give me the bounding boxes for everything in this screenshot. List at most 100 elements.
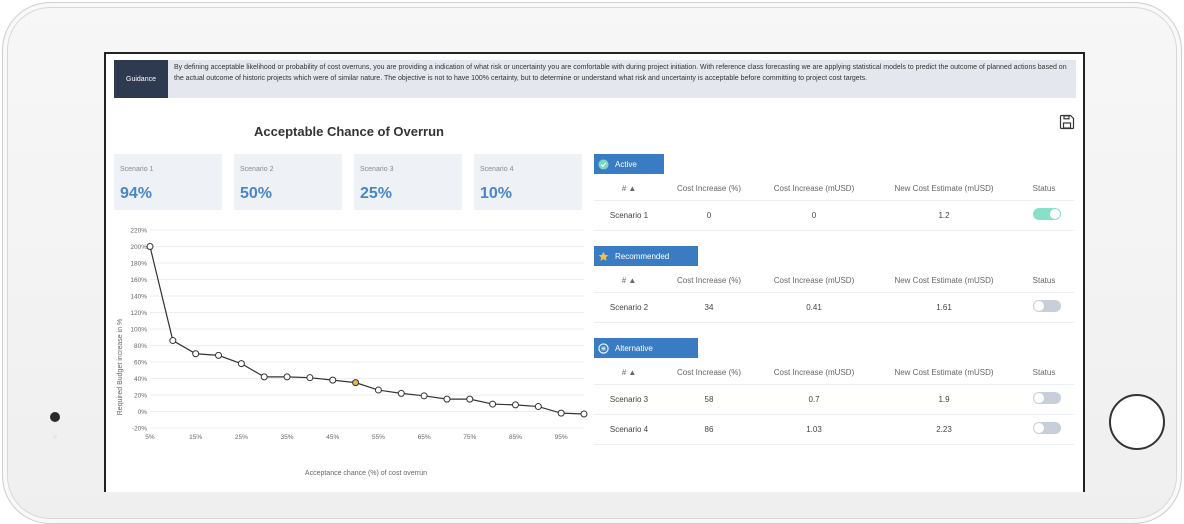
star-icon: [598, 251, 609, 261]
column-header: Status: [1032, 368, 1056, 377]
table-cell: 34: [704, 303, 714, 312]
status-toggle[interactable]: [1033, 392, 1061, 404]
data-point: [260, 373, 268, 381]
table-cell: 0.7: [808, 395, 820, 404]
column-header: Cost Increase (mUSD): [773, 368, 855, 377]
chart-title: Acceptable Chance of Overrun: [254, 124, 444, 139]
scenario-card-4[interactable]: Scenario 4 10%: [474, 154, 582, 210]
home-button[interactable]: [1109, 394, 1165, 450]
status-toggle[interactable]: [1033, 208, 1061, 220]
y-tick-label: 20%: [134, 393, 147, 400]
section-title: Active: [615, 159, 637, 169]
table-cell: 0.41: [806, 303, 822, 312]
scenario-card-label: Scenario 1: [120, 166, 154, 173]
app-screen: Guidance By defining acceptable likeliho…: [104, 52, 1085, 492]
highlighted-data-point: [352, 379, 360, 387]
section-header-alternative: Alternative: [594, 338, 698, 358]
y-tick-label: 180%: [130, 261, 147, 268]
y-tick-label: 120%: [130, 310, 147, 317]
data-point: [306, 374, 314, 382]
section-header-active: Active: [594, 154, 664, 174]
scenario-card-1[interactable]: Scenario 1 94%: [114, 154, 222, 210]
section-title: Recommended: [615, 251, 670, 261]
y-axis-label: Required Budget increase in %: [117, 319, 124, 416]
y-tick-label: 60%: [134, 360, 147, 367]
y-tick-label: 140%: [130, 294, 147, 301]
column-header: New Cost Estimate (mUSD): [894, 368, 994, 377]
data-point: [511, 401, 519, 409]
section-title: Alternative: [615, 343, 653, 353]
data-point: [466, 395, 474, 403]
column-header: Cost Increase (%): [676, 276, 742, 285]
table-header-row: # ▲ Cost Increase (%) Cost Increase (mUSD)…: [594, 268, 1074, 293]
data-point: [283, 373, 291, 381]
table-cell: 1.2: [938, 211, 950, 220]
column-header: Cost Increase (%): [676, 368, 742, 377]
table-cell: Scenario 2: [609, 303, 649, 312]
scenario-card-value: 25%: [360, 185, 393, 202]
data-point: [237, 360, 245, 368]
x-tick-label: 5%: [145, 434, 155, 441]
save-icon[interactable]: [1059, 114, 1075, 130]
toggle-knob: [1034, 393, 1044, 403]
status-toggle[interactable]: [1033, 300, 1061, 312]
y-tick-label: 220%: [130, 228, 147, 235]
data-point: [374, 386, 382, 394]
x-tick-label: 45%: [326, 434, 339, 441]
scenario-card-2[interactable]: Scenario 2 50%: [234, 154, 342, 210]
data-point: [489, 400, 497, 408]
data-point: [215, 351, 223, 359]
overrun-line-chart: -20% 0% 20% 40% 60% 80% 100% 120% 140% 160% 180% 20…: [117, 228, 588, 477]
table-cell: Scenario 1: [609, 211, 649, 220]
section-header-recommended: Recommended: [594, 246, 698, 266]
table-row: Scenario 4 86 1.03 2.23: [594, 414, 1074, 445]
column-header[interactable]: # ▲: [594, 368, 664, 377]
column-header[interactable]: # ▲: [594, 184, 664, 193]
data-point: [420, 392, 428, 400]
x-tick-label: 75%: [463, 434, 476, 441]
table-cell: Scenario 3: [609, 395, 649, 404]
y-tick-label: 0%: [138, 409, 148, 416]
table-cell: 1.03: [806, 425, 822, 434]
data-point: [443, 395, 451, 403]
sensor-dot: [53, 435, 57, 439]
series-line: [149, 246, 585, 415]
toggle-knob: [1034, 423, 1044, 433]
column-header: Cost Increase (mUSD): [773, 184, 855, 193]
y-tick-label: 160%: [130, 277, 147, 284]
scenario-card-3[interactable]: Scenario 3 25%: [354, 154, 462, 210]
column-header[interactable]: # ▲: [594, 276, 664, 285]
column-header: Status: [1032, 184, 1056, 193]
column-header: New Cost Estimate (mUSD): [894, 276, 994, 285]
table-row: Scenario 1 0 0 1.2: [594, 200, 1074, 231]
table-cell: 1.9: [938, 395, 950, 404]
x-tick-label: 55%: [372, 434, 385, 441]
table-header-row: # ▲ Cost Increase (%) Cost Increase (mUSD)…: [594, 176, 1074, 201]
x-tick-label: 95%: [555, 434, 568, 441]
scenario-card-value: 94%: [120, 185, 153, 202]
toggle-knob: [1050, 209, 1060, 219]
x-axis-label: Acceptance chance (%) of cost overrun: [305, 470, 427, 477]
guidance-label: Guidance: [114, 60, 168, 98]
data-point: [192, 350, 200, 358]
x-tick-label: 15%: [189, 434, 202, 441]
scenario-card-value: 10%: [480, 185, 513, 202]
x-tick-label: 25%: [235, 434, 248, 441]
x-tick-label: 85%: [509, 434, 522, 441]
scenario-card-label: Scenario 2: [240, 166, 274, 173]
check-circle-icon: [598, 158, 609, 170]
x-tick-label: 35%: [281, 434, 294, 441]
scenario-card-label: Scenario 3: [360, 166, 394, 173]
data-point: [557, 409, 565, 417]
y-tick-label: 100%: [130, 327, 147, 334]
table-cell: 0: [811, 211, 817, 220]
table-row: Scenario 3 58 0.7 1.9: [594, 384, 1074, 415]
y-tick-label: 80%: [134, 343, 147, 350]
column-header: Cost Increase (%): [676, 184, 742, 193]
scenario-card-label: Scenario 4: [480, 166, 514, 173]
status-toggle[interactable]: [1033, 422, 1061, 434]
column-header: Cost Increase (mUSD): [773, 276, 855, 285]
table-header-row: # ▲ Cost Increase (%) Cost Increase (mUSD)…: [594, 360, 1074, 385]
y-tick-label: 40%: [134, 376, 147, 383]
table-row: Scenario 2 34 0.41 1.61: [594, 292, 1074, 323]
